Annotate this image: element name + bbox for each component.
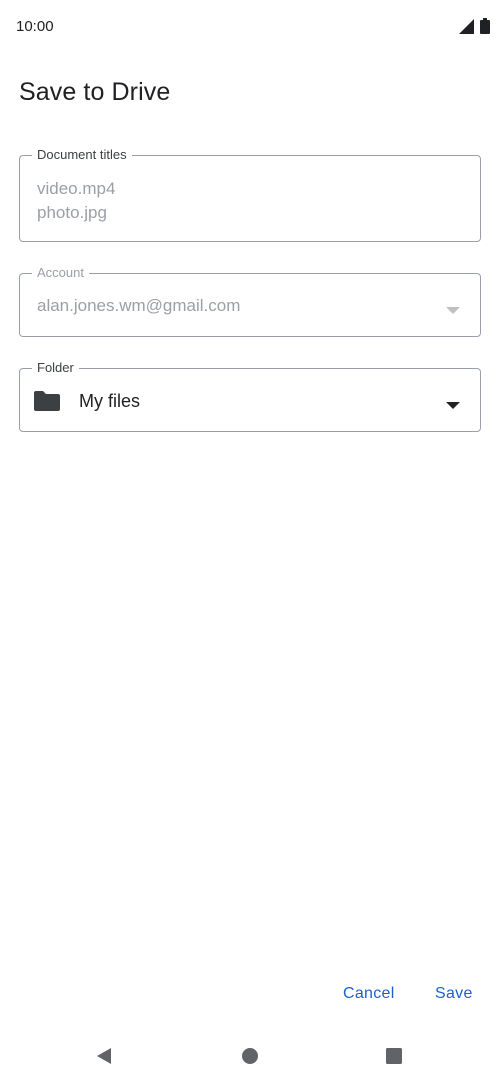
battery-icon bbox=[480, 18, 490, 39]
chevron-down-icon bbox=[446, 397, 460, 409]
account-value: alan.jones.wm@gmail.com bbox=[37, 296, 241, 315]
document-titles-label: Document titles bbox=[32, 147, 132, 163]
folder-icon bbox=[34, 391, 60, 411]
status-bar: 10:00 bbox=[0, 0, 500, 56]
back-icon[interactable] bbox=[92, 1044, 116, 1068]
status-time: 10:00 bbox=[16, 18, 54, 35]
document-title-item: video.mp4 bbox=[37, 179, 116, 198]
document-titles-list: video.mp4 photo.jpg bbox=[37, 177, 115, 225]
save-to-drive-screen: 10:00 Save to Drive Document titles vide… bbox=[0, 0, 500, 1083]
home-icon[interactable] bbox=[238, 1044, 262, 1068]
folder-dropdown[interactable]: Folder My files bbox=[19, 360, 481, 432]
page-title: Save to Drive bbox=[19, 78, 171, 106]
system-nav-bar bbox=[0, 1028, 500, 1083]
chevron-down-icon bbox=[446, 302, 460, 314]
account-dropdown[interactable]: Account alan.jones.wm@gmail.com bbox=[19, 265, 481, 337]
cancel-button[interactable]: Cancel bbox=[343, 985, 395, 1003]
signal-icon bbox=[459, 18, 474, 39]
status-icons bbox=[459, 18, 490, 39]
recents-icon[interactable] bbox=[382, 1044, 406, 1068]
folder-value: My files bbox=[79, 391, 141, 411]
document-title-item: photo.jpg bbox=[37, 203, 107, 222]
save-button[interactable]: Save bbox=[435, 985, 473, 1003]
document-titles-field[interactable]: Document titles video.mp4 photo.jpg bbox=[19, 147, 481, 242]
account-label: Account bbox=[32, 265, 89, 281]
folder-label: Folder bbox=[32, 360, 79, 376]
